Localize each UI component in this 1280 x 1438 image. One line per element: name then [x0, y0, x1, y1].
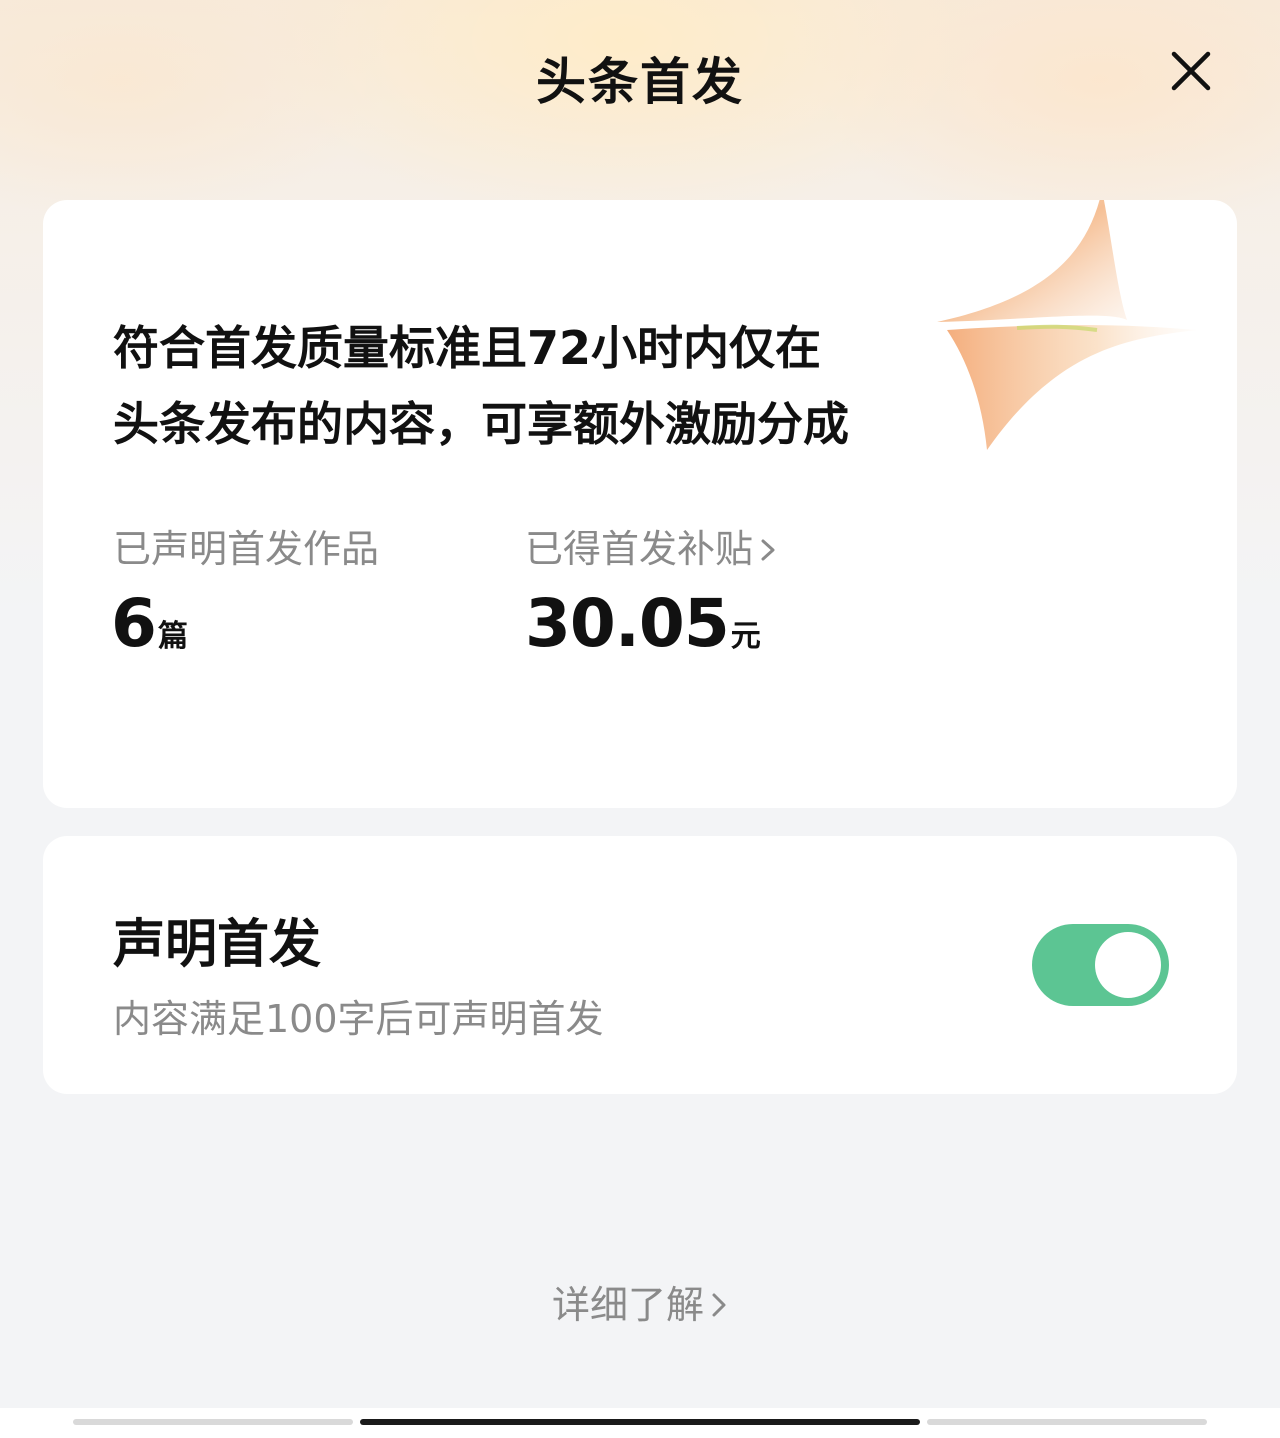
page-title: 头条首发: [536, 53, 744, 111]
page-indicator-active: [360, 1419, 920, 1425]
page-indicator-right: [927, 1419, 1207, 1425]
close-icon: [1171, 51, 1211, 91]
declare-title: 声明首发: [113, 915, 322, 975]
headline: 符合首发质量标准且72小时内仅在 头条发布的内容，可享额外激励分成: [113, 310, 973, 462]
subsidy-amount: 30.05: [525, 585, 730, 662]
learn-more-label: 详细了解: [551, 1283, 704, 1327]
declared-works-count: 6: [111, 585, 157, 662]
page-indicator-left: [73, 1419, 353, 1425]
declared-works-unit: 篇: [157, 619, 188, 654]
declare-subtitle: 内容满足100字后可声明首发: [113, 997, 604, 1041]
subsidy-label: 已得首发补贴: [525, 527, 754, 571]
declare-toggle[interactable]: [1032, 924, 1169, 1006]
subsidy-unit: 元: [730, 619, 761, 654]
headline-line-1: 符合首发质量标准且72小时内仅在: [113, 321, 822, 375]
learn-more-link[interactable]: 详细了解: [0, 1274, 1280, 1330]
header: 头条首发: [0, 0, 1280, 150]
chevron-right-icon: [710, 1286, 728, 1330]
info-card: 符合首发质量标准且72小时内仅在 头条发布的内容，可享额外激励分成 已声明首发作…: [43, 200, 1237, 808]
close-button[interactable]: [1166, 46, 1216, 96]
declare-card: 声明首发 内容满足100字后可声明首发: [43, 836, 1237, 1094]
declared-works-value: 6篇: [111, 585, 188, 662]
declared-works-label: 已声明首发作品: [113, 527, 380, 571]
chevron-right-icon: [759, 530, 777, 574]
toggle-knob: [1095, 932, 1161, 998]
headline-line-2: 头条发布的内容，可享额外激励分成: [113, 397, 849, 451]
subsidy-value: 30.05元: [525, 585, 761, 662]
subsidy-link[interactable]: 已得首发补贴: [525, 518, 777, 574]
ribbon-decoration: [937, 200, 1197, 450]
